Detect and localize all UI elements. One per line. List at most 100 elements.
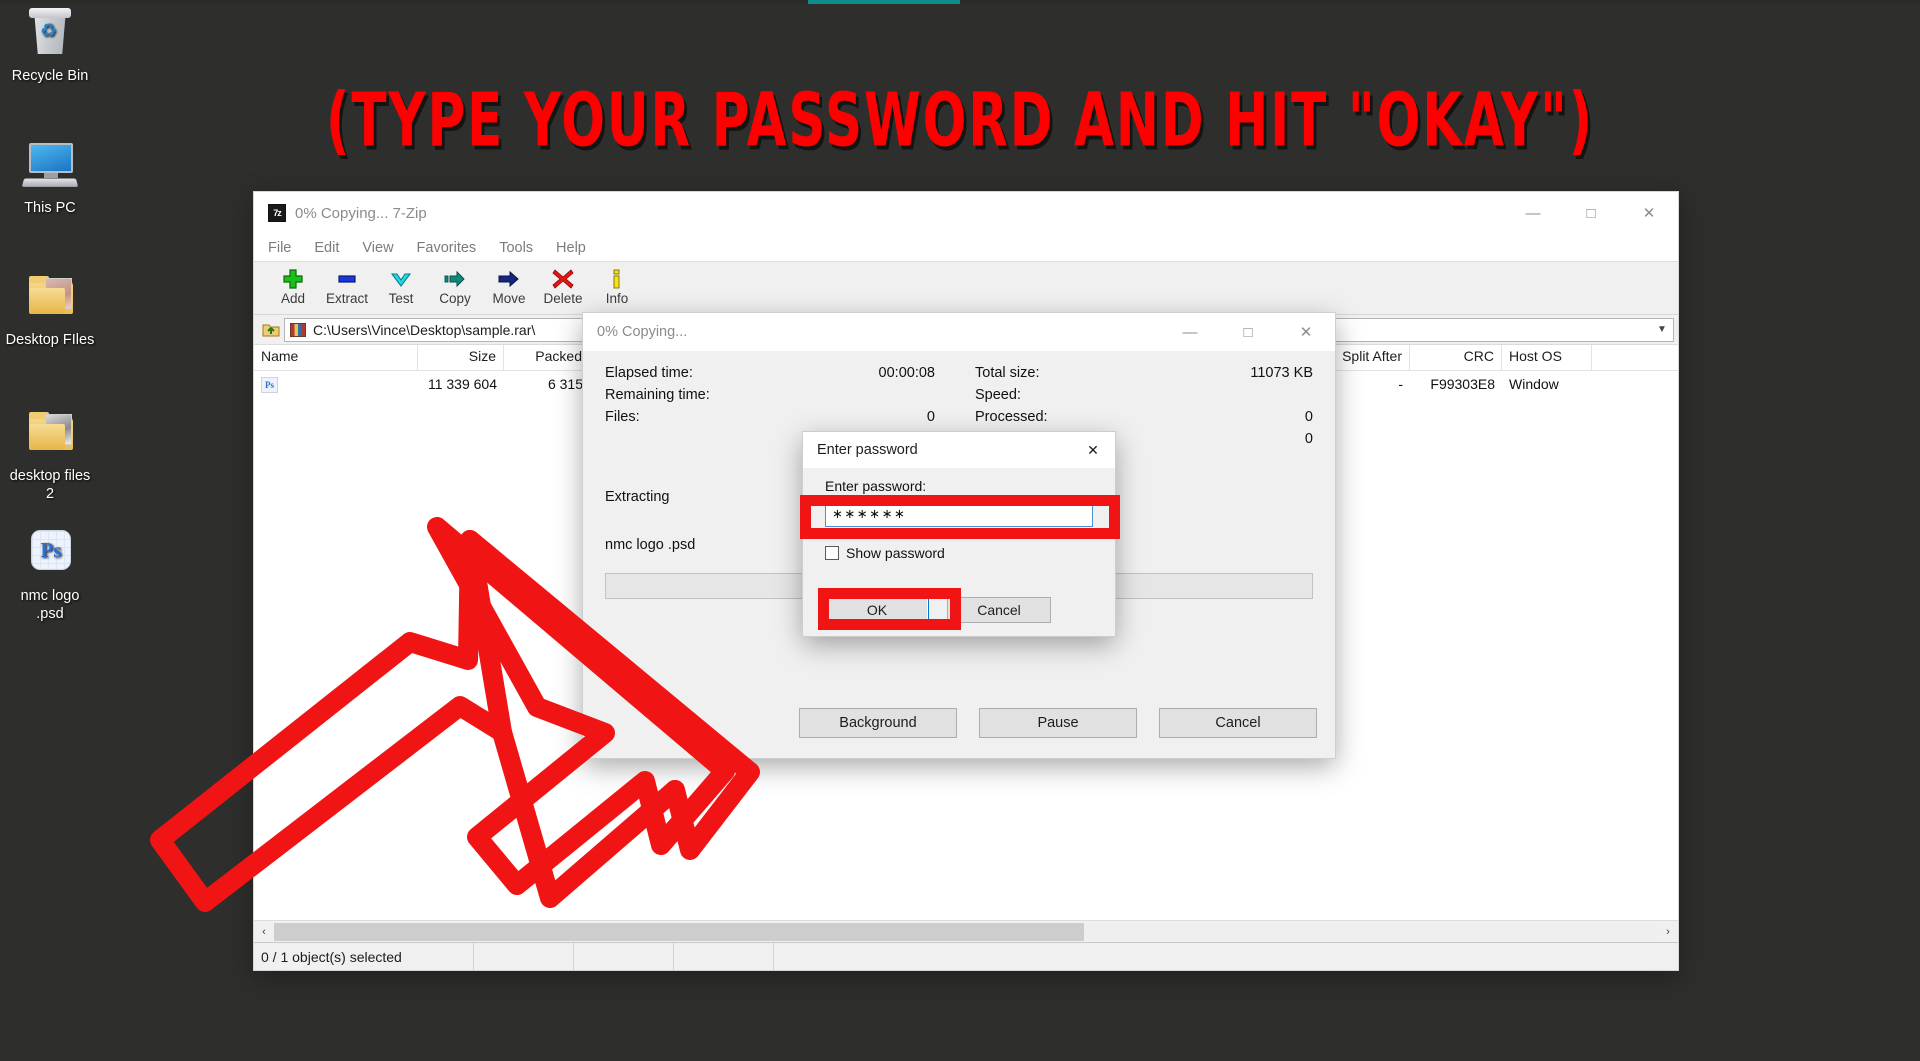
window-title-bar[interactable]: 7z 0% Copying... 7-Zip — □ ✕ (254, 192, 1678, 234)
this-pc-icon (21, 140, 79, 194)
menu-bar: File Edit View Favorites Tools Help (254, 234, 1678, 261)
password-input[interactable]: ∗∗∗∗∗∗ (825, 500, 1093, 527)
file-size-cell: 11 339 604 (427, 376, 497, 392)
column-header-host-os[interactable]: Host OS (1502, 345, 1592, 370)
desktop-icon-label: desktop files 2 (9, 468, 91, 502)
ok-button[interactable]: OK (825, 597, 929, 623)
x-icon (536, 266, 590, 291)
stat-label-remaining: Remaining time: (605, 387, 710, 403)
menu-item-favorites[interactable]: Favorites (417, 240, 477, 256)
toolbar-label: Move (492, 291, 526, 306)
password-close-button[interactable]: ✕ (1071, 432, 1115, 468)
folder-up-icon[interactable] (258, 318, 284, 342)
show-password-row[interactable]: Show password (825, 545, 1093, 561)
password-dialog-title-bar[interactable]: Enter password ✕ (803, 432, 1115, 468)
password-dialog-body: Enter password: ∗∗∗∗∗∗ Show password (803, 468, 1115, 584)
stat-value-files: 0 (926, 409, 935, 425)
plus-icon (266, 266, 320, 291)
stat-label-speed: Speed: (975, 387, 1021, 403)
status-field-3 (574, 942, 674, 971)
show-password-label: Show password (846, 545, 945, 561)
copy-maximize-button[interactable]: □ (1219, 313, 1277, 351)
column-header-crc[interactable]: CRC (1410, 345, 1502, 370)
copy-dialog-title-text: 0% Copying... (597, 324, 688, 340)
minus-icon (320, 266, 374, 291)
column-header-name[interactable]: Name (254, 345, 418, 370)
screen-top-strip (0, 0, 1920, 4)
toolbar-button-move[interactable]: Move (482, 266, 536, 306)
file-packed-cell: 6 315 (547, 376, 583, 392)
toolbar-label: Extract (325, 291, 368, 306)
scroll-left-arrow-icon[interactable]: ‹ (254, 926, 274, 938)
toolbar-button-delete[interactable]: Delete (536, 266, 590, 306)
chevron-down-icon (374, 266, 428, 291)
maximize-button[interactable]: □ (1562, 192, 1620, 234)
desktop-icon-desktop-files[interactable]: Desktop FIles (0, 272, 100, 349)
minimize-button[interactable]: — (1504, 192, 1562, 234)
copy-close-button[interactable]: ✕ (1277, 313, 1335, 351)
menu-item-tools[interactable]: Tools (499, 240, 533, 256)
annotation-instruction-text: (TYPE YOUR PASSWORD AND HIT "OKAY") (325, 78, 1595, 164)
column-header-packed[interactable]: Packed (504, 345, 590, 370)
file-crc-cell: F99303E8 (1430, 376, 1495, 392)
window-title-text: 0% Copying... 7-Zip (295, 204, 427, 222)
stat-value-elapsed: 00:00:08 (878, 365, 935, 381)
close-button[interactable]: ✕ (1620, 192, 1678, 234)
scrollbar-track[interactable] (274, 922, 1658, 941)
background-button[interactable]: Background (799, 708, 957, 738)
column-header-size[interactable]: Size (418, 345, 504, 370)
status-field-4 (674, 942, 774, 971)
enter-password-dialog: Enter password ✕ Enter password: ∗∗∗∗∗∗ … (803, 432, 1115, 636)
copy-dialog-buttons: Background Pause Cancel (583, 688, 1335, 758)
stat-label-processed: Processed: (975, 409, 1048, 425)
desktop-icon-label: nmc logo .psd (20, 588, 80, 622)
password-field-label: Enter password: (825, 478, 927, 494)
status-bar: 0 / 1 object(s) selected (254, 942, 1678, 971)
copy-dialog-title-bar[interactable]: 0% Copying... — □ ✕ (583, 313, 1335, 351)
window-controls: — □ ✕ (1504, 192, 1678, 234)
recycle-bin-icon: ♻ (21, 8, 79, 62)
photoshop-file-icon: Ps (21, 528, 79, 582)
desktop-icon-nmc-logo-psd[interactable]: Ps nmc logo .psd (0, 528, 100, 623)
toolbar-button-copy[interactable]: Copy (428, 266, 482, 306)
cancel-button[interactable]: Cancel (947, 597, 1051, 623)
toolbar-label: Test (388, 291, 414, 306)
scrollbar-thumb[interactable] (274, 922, 1084, 941)
horizontal-scrollbar[interactable]: ‹ › (254, 920, 1678, 942)
stat-label-files: Files: (605, 409, 640, 425)
show-password-checkbox[interactable] (825, 546, 839, 560)
toolbar-button-extract[interactable]: Extract (320, 266, 374, 306)
toolbar-label: Delete (543, 291, 583, 306)
copy-arrow-icon (428, 266, 482, 291)
scroll-right-arrow-icon[interactable]: › (1658, 926, 1678, 938)
toolbar-label: Copy (439, 291, 471, 306)
chevron-down-icon[interactable]: ▼ (1651, 319, 1673, 341)
desktop-icon-label: Recycle Bin (11, 68, 89, 84)
toolbar-button-add[interactable]: Add (266, 266, 320, 306)
rar-archive-icon (290, 322, 306, 337)
toolbar: Add Extract Test Copy Move Delete Info (254, 261, 1678, 315)
info-icon (590, 266, 644, 291)
menu-item-view[interactable]: View (362, 240, 393, 256)
copy-minimize-button[interactable]: — (1161, 313, 1219, 351)
toolbar-button-info[interactable]: Info (590, 266, 644, 306)
stat-label-elapsed: Elapsed time: (605, 365, 693, 381)
status-field-2 (474, 942, 574, 971)
menu-item-help[interactable]: Help (556, 240, 586, 256)
stat-label-total-size: Total size: (975, 365, 1040, 381)
desktop-icon-desktop-files-2[interactable]: desktop files 2 (0, 408, 100, 503)
folder-icon (21, 272, 79, 326)
desktop-icon-recycle-bin[interactable]: ♻ Recycle Bin (0, 8, 100, 85)
psd-file-icon: Ps (261, 377, 278, 393)
toolbar-button-test[interactable]: Test (374, 266, 428, 306)
menu-item-edit[interactable]: Edit (314, 240, 339, 256)
desktop-icon-this-pc[interactable]: This PC (0, 140, 100, 217)
status-selection-text: 0 / 1 object(s) selected (254, 942, 474, 971)
toolbar-label: Info (605, 291, 629, 306)
copy-dialog-window-controls: — □ ✕ (1161, 313, 1335, 355)
toolbar-label: Add (280, 291, 306, 306)
cancel-button[interactable]: Cancel (1159, 708, 1317, 738)
menu-item-file[interactable]: File (268, 240, 291, 256)
folder-icon (21, 408, 79, 462)
pause-button[interactable]: Pause (979, 708, 1137, 738)
